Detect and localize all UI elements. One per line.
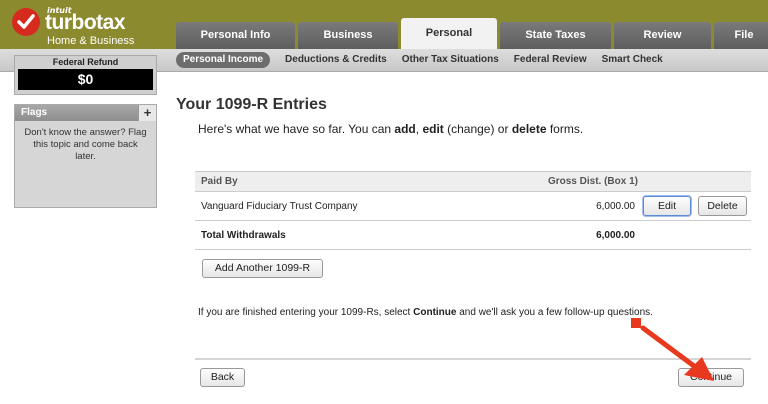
tab-personal[interactable]: Personal xyxy=(401,18,497,49)
tab-state-taxes[interactable]: State Taxes xyxy=(500,22,611,49)
federal-refund-meter: Federal Refund $0 xyxy=(14,55,157,95)
edition-label: Home & Business xyxy=(47,35,135,47)
entries-table: Paid By Gross Dist. (Box 1) Vanguard Fid… xyxy=(195,171,751,250)
flags-panel: Flags + Don't know the answer? Flag this… xyxy=(14,104,157,208)
tab-business[interactable]: Business xyxy=(298,22,398,49)
intro-text: Here's what we have so far. You can add,… xyxy=(198,122,583,136)
subnav-other-tax-situations[interactable]: Other Tax Situations xyxy=(402,52,499,68)
payer-name: Vanguard Fiduciary Trust Company xyxy=(201,201,358,212)
intro-prefix: Here's what we have so far. You can xyxy=(198,122,395,136)
subnav-federal-review[interactable]: Federal Review xyxy=(514,52,587,68)
intro-edit: edit xyxy=(422,122,444,136)
continue-instructions: If you are finished entering your 1099-R… xyxy=(198,307,653,318)
intro-delete: delete xyxy=(511,122,547,136)
total-value: 6,000.00 xyxy=(596,230,635,241)
add-flag-button[interactable]: + xyxy=(138,105,156,121)
top-banner: intuit turbotax Home & Business Personal… xyxy=(0,0,768,49)
total-label: Total Withdrawals xyxy=(201,230,286,241)
note-suffix: and we'll ask you a few follow-up questi… xyxy=(456,307,653,318)
refund-amount: $0 xyxy=(18,69,153,90)
intro-mid: (change) or xyxy=(443,122,512,136)
page-title: Your 1099-R Entries xyxy=(176,96,327,113)
header-paid-by: Paid By xyxy=(201,176,238,187)
annotation-arrow-icon xyxy=(640,325,714,381)
intro-add: add xyxy=(394,122,416,136)
note-prefix: If you are finished entering your 1099-R… xyxy=(198,307,414,318)
flags-help-text: Don't know the answer? Flag this topic a… xyxy=(24,127,147,162)
note-bold: Continue xyxy=(413,307,457,318)
main-tabs: Personal Info Business Personal State Ta… xyxy=(176,18,768,49)
tab-personal-info[interactable]: Personal Info xyxy=(176,22,295,49)
subnav-smart-check[interactable]: Smart Check xyxy=(602,52,663,68)
edit-button[interactable]: Edit xyxy=(643,196,691,216)
tab-review[interactable]: Review xyxy=(614,22,711,49)
turbotax-logo: intuit turbotax Home & Business xyxy=(12,4,162,47)
header-gross-dist: Gross Dist. (Box 1) xyxy=(547,176,638,187)
table-header-row: Paid By Gross Dist. (Box 1) xyxy=(195,172,751,192)
subnav-personal-income[interactable]: Personal Income xyxy=(176,52,271,68)
delete-button[interactable]: Delete xyxy=(698,196,747,216)
table-row: Vanguard Fiduciary Trust Company 6,000.0… xyxy=(195,192,751,221)
refund-label: Federal Refund xyxy=(52,57,119,67)
gross-amount: 6,000.00 xyxy=(596,201,635,212)
subnav-deductions-credits[interactable]: Deductions & Credits xyxy=(285,52,387,68)
total-row: Total Withdrawals 6,000.00 xyxy=(195,221,751,250)
intro-suffix: forms. xyxy=(546,122,584,136)
add-another-button[interactable]: Add Another 1099-R xyxy=(202,259,323,278)
flags-title: Flags xyxy=(21,107,48,118)
tab-file[interactable]: File xyxy=(714,22,768,49)
brand-wordmark: turbotax xyxy=(45,11,126,34)
back-button[interactable]: Back xyxy=(200,368,245,387)
flags-header: Flags + xyxy=(15,105,156,121)
checkmark-logo-icon xyxy=(12,8,40,36)
